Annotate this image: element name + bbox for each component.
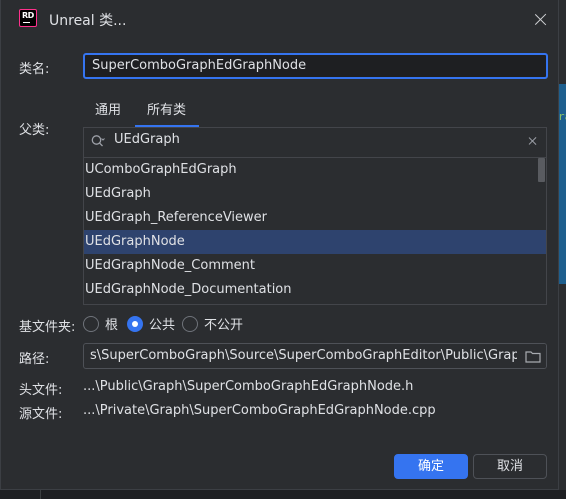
radio-label: 公共 <box>149 318 176 333</box>
folder-icon[interactable] <box>525 350 541 363</box>
tab-common[interactable]: 通用 <box>95 99 121 118</box>
class-search-field[interactable]: UEdGraph <box>84 128 546 154</box>
cancel-button[interactable]: 取消 <box>473 454 547 479</box>
parent-class-chooser: UEdGraph UComboGraphEdGraph UEdGraph UEd… <box>83 127 547 305</box>
search-icon <box>91 135 105 147</box>
source-file-value: ...\Private\Graph\SuperComboGraphEdGraph… <box>83 403 436 418</box>
class-name-label: 类名: <box>19 62 50 77</box>
source-file-label: 源文件: <box>19 407 63 422</box>
rider-logo-icon: RD <box>19 9 37 27</box>
class-list[interactable]: UComboGraphEdGraph UEdGraph UEdGraph_Ref… <box>84 157 546 304</box>
dialog-title: Unreal 类... <box>49 13 127 29</box>
header-file-value: ...\Public\Graph\SuperComboGraphEdGraphN… <box>83 379 414 394</box>
list-item[interactable]: UEdGraph <box>84 182 546 206</box>
list-item-selected[interactable]: UEdGraphNode <box>84 230 546 254</box>
radio-label: 根 <box>105 318 119 333</box>
list-item[interactable]: UEdGraph_ReferenceViewer <box>84 206 546 230</box>
path-input[interactable]: s\SuperComboGraph\Source\SuperComboGraph… <box>90 348 528 363</box>
list-item[interactable]: UEdGraphNode_Documentation <box>84 278 546 302</box>
radio-checked-icon <box>127 316 143 332</box>
radio-label: 不公开 <box>204 318 244 333</box>
logo-text: RD <box>22 11 34 20</box>
class-search-input[interactable]: UEdGraph <box>114 132 180 147</box>
tab-all-classes[interactable]: 所有类 <box>147 99 186 118</box>
background-editor-text: ra <box>558 110 566 123</box>
background-editor-strip: ra <box>558 84 566 284</box>
close-icon[interactable] <box>531 10 551 30</box>
radio-circle-icon <box>182 316 198 332</box>
ok-button[interactable]: 确定 <box>394 454 468 479</box>
list-item[interactable]: UComboGraphEdGraph <box>84 158 546 182</box>
class-name-input[interactable]: SuperComboGraphEdGraphNode <box>83 53 548 79</box>
list-scrollbar-thumb[interactable] <box>538 158 545 182</box>
path-label: 路径: <box>19 352 50 367</box>
base-folder-label: 基文件夹: <box>19 320 76 335</box>
title-bar: RD Unreal 类... <box>1 0 558 40</box>
path-field[interactable]: s\SuperComboGraph\Source\SuperComboGraph… <box>83 343 547 369</box>
new-unreal-class-dialog: RD Unreal 类... 类名: SuperComboGraphEdGrap… <box>0 0 559 490</box>
header-file-label: 头文件: <box>19 383 63 398</box>
radio-circle-icon <box>83 316 99 332</box>
clear-search-icon[interactable] <box>528 136 538 146</box>
list-item[interactable]: UEdGraphNode_Comment <box>84 254 546 278</box>
background-editor-edge <box>0 490 566 499</box>
parent-class-label: 父类: <box>19 123 50 138</box>
